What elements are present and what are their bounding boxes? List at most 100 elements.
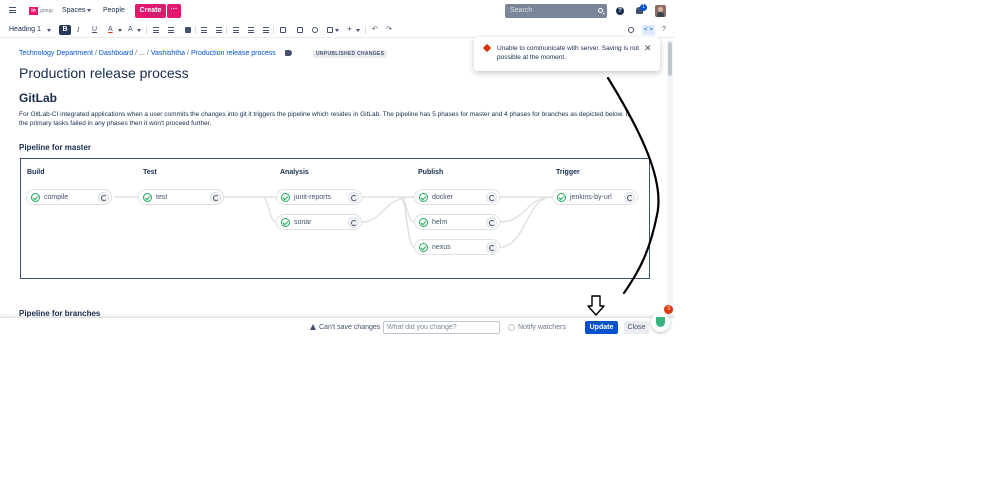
success-icon — [281, 193, 290, 202]
save-status-text: Can't save changes — [319, 324, 381, 331]
text-color-button[interactable]: A — [108, 25, 113, 35]
menu-icon[interactable] — [9, 7, 16, 13]
align-right-icon[interactable] — [263, 27, 269, 33]
insert-more-icon[interactable]: + — [347, 24, 352, 34]
job-name: docker — [432, 194, 454, 201]
toolbar-divider — [195, 26, 196, 34]
close-icon[interactable]: ✕ — [644, 43, 652, 54]
create-button[interactable]: Create — [135, 4, 166, 18]
chevron-down-icon — [335, 29, 339, 32]
underline-button[interactable]: U — [92, 25, 97, 35]
breadcrumb-item[interactable]: Dashboard — [99, 50, 133, 57]
notification-badge: 1 — [640, 4, 647, 11]
job-name: helm — [432, 219, 448, 226]
nav-spaces[interactable]: Spaces — [62, 7, 92, 14]
find-replace-icon[interactable] — [628, 27, 634, 33]
retry-icon[interactable] — [486, 242, 497, 253]
align-left-icon[interactable] — [233, 27, 239, 33]
indent-icon[interactable] — [216, 27, 222, 33]
retry-icon[interactable] — [348, 217, 359, 228]
breadcrumb-separator: / — [135, 50, 138, 57]
pipeline-job[interactable]: nexus — [414, 239, 500, 255]
chevron-down-icon — [87, 8, 92, 12]
warning-icon — [310, 324, 316, 330]
shield-icon[interactable] — [651, 313, 670, 332]
breadcrumb-separator: / — [94, 50, 97, 57]
undo-icon[interactable]: ↶ — [372, 25, 378, 35]
image-icon[interactable] — [297, 27, 303, 33]
bold-button[interactable]: B — [59, 25, 71, 35]
outdent-icon[interactable] — [201, 27, 207, 33]
search-placeholder: Search — [510, 7, 533, 14]
job-name: test — [156, 194, 168, 201]
breadcrumb-item[interactable]: ... — [139, 50, 145, 57]
pipeline-job[interactable]: helm — [414, 214, 500, 230]
chevron-down-icon — [137, 29, 141, 32]
change-comment-input[interactable] — [383, 321, 500, 334]
table-icon[interactable] — [327, 27, 333, 33]
pipeline-job[interactable]: sonar — [276, 214, 362, 230]
pipeline-job[interactable]: junit-reports — [276, 189, 362, 205]
heading-select-label: Heading 1 — [9, 26, 41, 33]
pipeline-job[interactable]: compile — [26, 189, 112, 205]
logo-text: group — [40, 8, 53, 14]
stage-title: Trigger — [556, 169, 580, 176]
breadcrumb-item[interactable]: Technology Department — [19, 50, 93, 57]
logo[interactable]: in group — [29, 7, 53, 15]
toolbar-divider — [226, 26, 227, 34]
retry-icon[interactable] — [98, 192, 109, 203]
layout-icon[interactable] — [280, 27, 286, 33]
retry-icon[interactable] — [486, 217, 497, 228]
retry-icon[interactable] — [486, 192, 497, 203]
retry-icon[interactable] — [624, 192, 635, 203]
success-icon — [557, 193, 566, 202]
body-paragraph[interactable]: For GitLab-CI integrated applications wh… — [19, 110, 639, 128]
pipeline-job[interactable]: test — [138, 189, 224, 205]
action-item-icon[interactable] — [185, 27, 191, 33]
help-icon[interactable]: ? — [662, 25, 666, 35]
page-title[interactable]: Production release process — [19, 65, 189, 81]
heading-select[interactable]: Heading 1 — [9, 25, 41, 35]
italic-button[interactable]: I — [77, 25, 79, 35]
help-icon[interactable]: ? — [616, 7, 624, 15]
breadcrumb-item[interactable]: Production release process — [191, 50, 276, 57]
label-icon[interactable] — [285, 50, 292, 56]
link-icon[interactable] — [312, 27, 318, 33]
success-icon — [143, 193, 152, 202]
section-heading[interactable]: GitLab — [19, 91, 57, 105]
pipeline-job[interactable]: docker — [414, 189, 500, 205]
success-icon — [419, 218, 428, 227]
source-editor-button[interactable]: < > — [642, 25, 655, 35]
success-icon — [419, 193, 428, 202]
pipeline-job[interactable]: jenkins-by-url — [552, 189, 638, 205]
chevron-down-icon — [356, 29, 360, 32]
close-button[interactable]: Close — [624, 321, 649, 334]
success-icon — [419, 243, 428, 252]
redo-icon[interactable]: ↷ — [386, 25, 392, 35]
more-formatting-button[interactable]: A — [128, 25, 133, 35]
breadcrumb: Technology Department / Dashboard /... / Vash… — [19, 50, 276, 57]
job-name: compile — [44, 194, 69, 201]
error-icon — [482, 43, 492, 53]
stage-title: Build — [27, 169, 45, 176]
update-button[interactable]: Update — [585, 321, 618, 334]
bullet-list-icon[interactable] — [153, 27, 159, 33]
page-content: Technology Department / Dashboard /... / Vash… — [19, 40, 659, 318]
notify-watchers-label: Notify watchers — [518, 324, 566, 331]
retry-icon[interactable] — [348, 192, 359, 203]
breadcrumb-separator: / — [187, 50, 189, 57]
more-button[interactable]: ··· — [167, 4, 181, 18]
scrollbar[interactable] — [667, 40, 673, 318]
align-center-icon[interactable] — [248, 27, 254, 33]
avatar[interactable] — [655, 5, 666, 17]
notify-watchers-checkbox[interactable] — [508, 324, 515, 331]
scrollbar-thumb[interactable] — [668, 42, 672, 76]
breadcrumb-item[interactable]: Vashishtha — [151, 50, 185, 57]
retry-icon[interactable] — [210, 192, 221, 203]
shield-badge: 3 — [664, 305, 673, 314]
subheading-master[interactable]: Pipeline for master — [19, 143, 91, 152]
search-input[interactable]: Search — [505, 4, 607, 18]
numbered-list-icon[interactable] — [168, 27, 174, 33]
nav-people[interactable]: People — [103, 7, 125, 14]
toast-message: Unable to communicate with server. Savin… — [497, 45, 639, 61]
